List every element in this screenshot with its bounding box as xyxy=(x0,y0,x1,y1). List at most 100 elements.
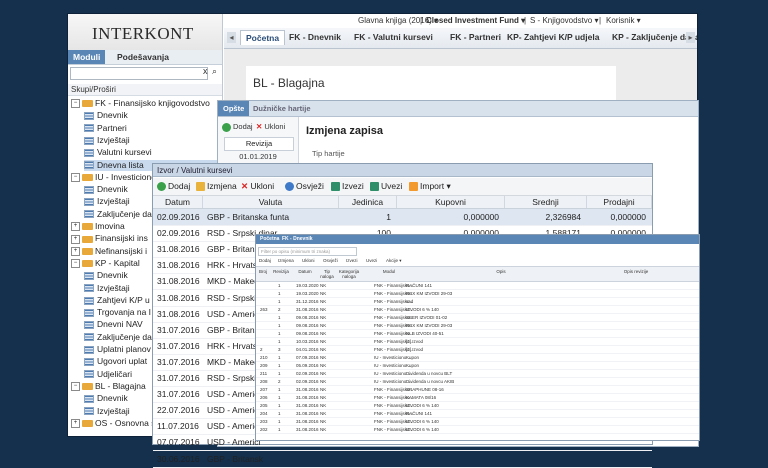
col-datum[interactable]: Datum xyxy=(153,196,203,208)
clear-icon[interactable]: x xyxy=(203,66,208,76)
tab-fk-dnevnik[interactable]: FK - Dnevnik xyxy=(289,32,341,42)
table-row[interactable]: 1 09.08.2016 NK FNK - Finansijsko... SBER IZ… xyxy=(256,314,699,322)
tree-folder[interactable]: − KP - Kapital xyxy=(71,258,140,269)
table-row[interactable]: 1 10.03.2016 NK FNK - Finansijsko... [2] Izv… xyxy=(256,338,699,346)
table-cell: USD - Americl xyxy=(207,405,261,416)
expand-icon[interactable]: + xyxy=(71,222,80,232)
add-button[interactable]: Dodaj xyxy=(157,181,190,192)
col-datum[interactable]: Datum xyxy=(296,269,314,274)
user-menu[interactable]: Korisnik ▾ xyxy=(606,16,641,25)
col-valuta[interactable]: Valuta xyxy=(203,196,339,208)
tab-opste[interactable]: Opšte xyxy=(218,101,250,116)
tab-podesavanja[interactable]: Podešavanja xyxy=(112,50,174,64)
export-icon xyxy=(331,182,340,192)
table-row[interactable]: 208 2 02.09.2016 NK IU - Investiciono ... Div… xyxy=(256,378,699,386)
revision-date[interactable]: 01.01.2019 xyxy=(224,151,292,162)
tab-pocetna[interactable]: Početna xyxy=(240,30,286,45)
tab-kp-zahtjevi[interactable]: KP- Zahtjevi K/P udjela xyxy=(507,32,599,42)
refresh-button[interactable]: Osvježi xyxy=(285,181,324,192)
module-search-input[interactable] xyxy=(70,67,208,80)
refresh-icon xyxy=(285,182,294,192)
table-row[interactable]: 1 19.03.2020 NK FNK - Finansijsko... RAČUNI … xyxy=(256,282,699,290)
table-row[interactable]: 263 2 31.08.2016 NK FNK - Finansijsko... IZVO… xyxy=(256,306,699,314)
table-row[interactable]: 02.09.2016 GBP - Britanska funta 1 0,000000… xyxy=(153,209,652,226)
tree-folder[interactable]: − IU - Investiciono xyxy=(71,172,156,183)
tab-fk-dnevnik[interactable]: FK - Dnevnik xyxy=(282,236,313,242)
export-button[interactable]: Izvezi xyxy=(346,258,358,263)
expand-icon[interactable]: + xyxy=(71,419,80,429)
table-row[interactable]: 2 3 04.01.2016 NK FNK - Finansijsko... [2] Iz… xyxy=(256,346,699,354)
tab-duznicke-hartije[interactable]: Dužničke hartije xyxy=(248,101,316,116)
export-button[interactable]: Izvezi xyxy=(331,181,364,192)
table-row[interactable]: 203 1 31.08.2016 NK FNK - Finansijsko... IZVO… xyxy=(256,418,699,426)
edit-button[interactable]: Izmjena xyxy=(196,181,237,192)
remove-button[interactable]: ✕ Ukloni xyxy=(256,122,285,131)
table-row[interactable]: 1 09.08.2016 NK FNK - Finansijsko... RBX KM … xyxy=(256,322,699,330)
refresh-button[interactable]: Osvježi xyxy=(323,258,338,263)
table-row[interactable]: 210 1 07.09.2016 NK IU - Investiciono ... Kup… xyxy=(256,354,699,362)
col-srednji[interactable]: Srednji xyxy=(505,196,587,208)
tab-fk-partneri[interactable]: FK - Partneri xyxy=(450,32,501,42)
table-row[interactable]: 206 1 31.08.2016 NK FNK - Finansijsko... KAMA… xyxy=(256,394,699,402)
scroll-right-icon[interactable]: ▸ xyxy=(686,32,695,43)
add-button[interactable]: Dodaj xyxy=(222,122,253,132)
col-kupovni[interactable]: Kupovni xyxy=(397,196,505,208)
table-row[interactable]: 205 1 31.08.2016 NK FNK - Finansijsko... IZVO… xyxy=(256,402,699,410)
expand-icon[interactable]: + xyxy=(71,246,80,256)
expand-collapse-toggle[interactable]: Skupi/Proširi xyxy=(68,84,222,96)
import-menu-button[interactable]: Import ▾ xyxy=(409,181,451,192)
tree-item[interactable]: Partneri xyxy=(84,123,222,134)
tab-fk-valutni-kursevi[interactable]: FK - Valutni kursevi xyxy=(354,32,433,42)
list-icon xyxy=(84,394,94,403)
import-button[interactable]: Uvezi xyxy=(366,258,377,263)
table-row[interactable]: 202 1 31.08.2016 NK FNK - Finansijsko... IZVO… xyxy=(256,426,699,434)
col-revizija[interactable]: Revizija xyxy=(273,269,289,274)
col-opis[interactable]: Opis xyxy=(486,269,516,274)
tab-pocetna[interactable]: Početna xyxy=(260,236,279,242)
tree-folder[interactable]: + Imovina xyxy=(71,221,125,232)
table-row[interactable]: 209 1 05.09.2016 NK IU - Investiciono ... Kup… xyxy=(256,362,699,370)
table-row[interactable]: 1 09.08.2016 NK FNK - Finansijsko... NLB IZV… xyxy=(256,330,699,338)
collapse-icon[interactable]: − xyxy=(71,173,80,183)
search-icon[interactable]: ⌕ xyxy=(212,66,217,77)
col-tip-naloga[interactable]: Tip naloga xyxy=(320,269,334,279)
col-prodajni[interactable]: Prodajni xyxy=(587,196,652,208)
col-modul[interactable]: Modul xyxy=(374,269,404,274)
expand-icon[interactable]: + xyxy=(71,234,80,244)
table-row[interactable]: 1 19.03.2020 NK FNK - Finansijsko... RBX KM … xyxy=(256,290,699,298)
table-cell: NK xyxy=(320,427,327,432)
tree-folder[interactable]: − FK - Finansijsko knjigovodstvo xyxy=(71,98,210,109)
col-kategorija[interactable]: Kategorija naloga xyxy=(338,269,360,279)
edit-button[interactable]: Izmjena xyxy=(278,258,294,263)
tree-folder[interactable]: + Nefinansijski i xyxy=(71,246,147,257)
role-selector[interactable]: S - Knjigovodstvo ▾ xyxy=(530,16,599,25)
col-broj[interactable]: Broj xyxy=(258,269,268,274)
col-jedinica[interactable]: Jedinica xyxy=(339,196,397,208)
scroll-left-icon[interactable]: ◂ xyxy=(227,32,236,43)
col-opis-revizije[interactable]: Opis revizije xyxy=(616,269,656,274)
table-row[interactable]: 204 1 31.08.2016 NK FNK - Finansijsko... RAČU… xyxy=(256,410,699,418)
tree-folder[interactable]: − BL - Blagajna xyxy=(71,381,146,392)
collapse-icon[interactable]: − xyxy=(71,259,80,269)
tree-folder[interactable]: + Finansijski ins xyxy=(71,233,148,244)
table-row[interactable]: 207 1 31.08.2016 NK FNK - Finansijsko... SRAP… xyxy=(256,386,699,394)
tree-item[interactable]: Valutni kursevi xyxy=(84,147,222,158)
collapse-icon[interactable]: − xyxy=(71,382,80,392)
add-button[interactable]: Dodaj xyxy=(259,258,271,263)
remove-button[interactable]: Ukloni xyxy=(302,258,315,263)
table-row[interactable]: 1 31.12.2016 NK FNK - Finansijsko... sad xyxy=(256,298,699,306)
tree-label: Dnevnik xyxy=(97,184,128,195)
tree-item[interactable]: Dnevnik xyxy=(84,110,222,121)
import-button[interactable]: Uvezi xyxy=(370,181,402,192)
tab-moduli[interactable]: Moduli xyxy=(68,50,106,64)
collapse-icon[interactable]: − xyxy=(71,99,80,109)
remove-button[interactable]: ✕ Ukloni xyxy=(241,181,274,192)
table-row[interactable]: 30.06.2016 GBP - Britansk xyxy=(153,451,652,468)
journal-search-input[interactable]: Filter po opisu (minimum tri znaka) xyxy=(258,247,357,256)
fund-selector[interactable]: Closed Investment Fund ▾ xyxy=(426,16,525,25)
table-cell: IZVODI 6 % 140 xyxy=(406,427,439,432)
table-row[interactable]: 211 1 02.09.2016 NK IU - Investiciono ... Div… xyxy=(256,370,699,378)
actions-menu-button[interactable]: Akcije ▾ xyxy=(386,258,402,264)
tab-kp-zakljucenje[interactable]: KP - Zaključenje dana xyxy=(612,32,697,42)
tree-item[interactable]: Izvještaji xyxy=(84,135,222,146)
